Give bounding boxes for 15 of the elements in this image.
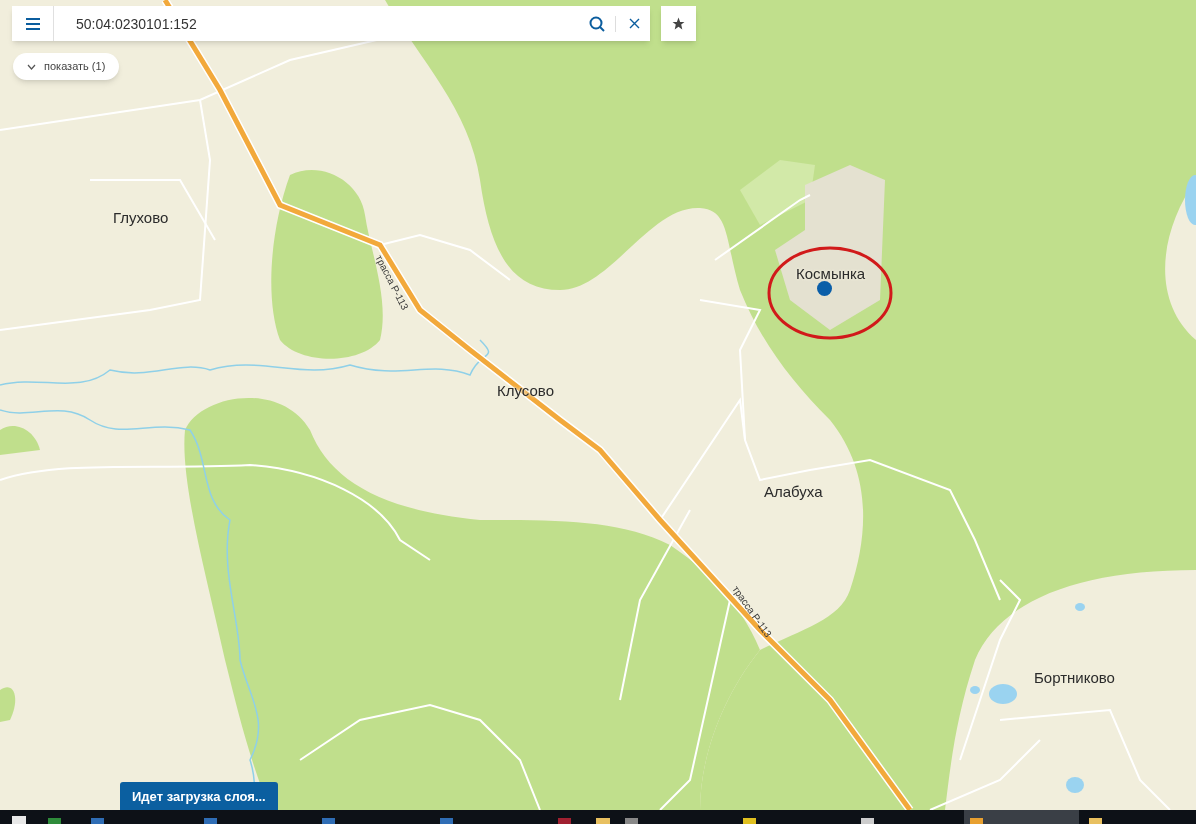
search-bar[interactable]: 50:04:0230101:152	[12, 6, 650, 41]
close-icon	[628, 18, 640, 29]
menu-icon	[25, 17, 40, 30]
place-label: Космынка	[796, 264, 866, 284]
favorite-button[interactable]	[661, 6, 696, 41]
star-icon	[672, 17, 685, 30]
place-label: Бортниково	[1034, 668, 1115, 688]
chevron-down-icon	[27, 63, 36, 70]
loading-message: Идет загрузка слоя...	[120, 782, 278, 812]
show-results-button[interactable]: показать (1)	[13, 53, 120, 80]
place-label: Алабуха	[764, 482, 823, 502]
place-label: Глухово	[113, 208, 169, 228]
search-icon	[589, 15, 605, 32]
active-taskbar-item[interactable]	[964, 810, 1079, 824]
search-field[interactable]: 50:04:0230101:152	[54, 6, 585, 41]
